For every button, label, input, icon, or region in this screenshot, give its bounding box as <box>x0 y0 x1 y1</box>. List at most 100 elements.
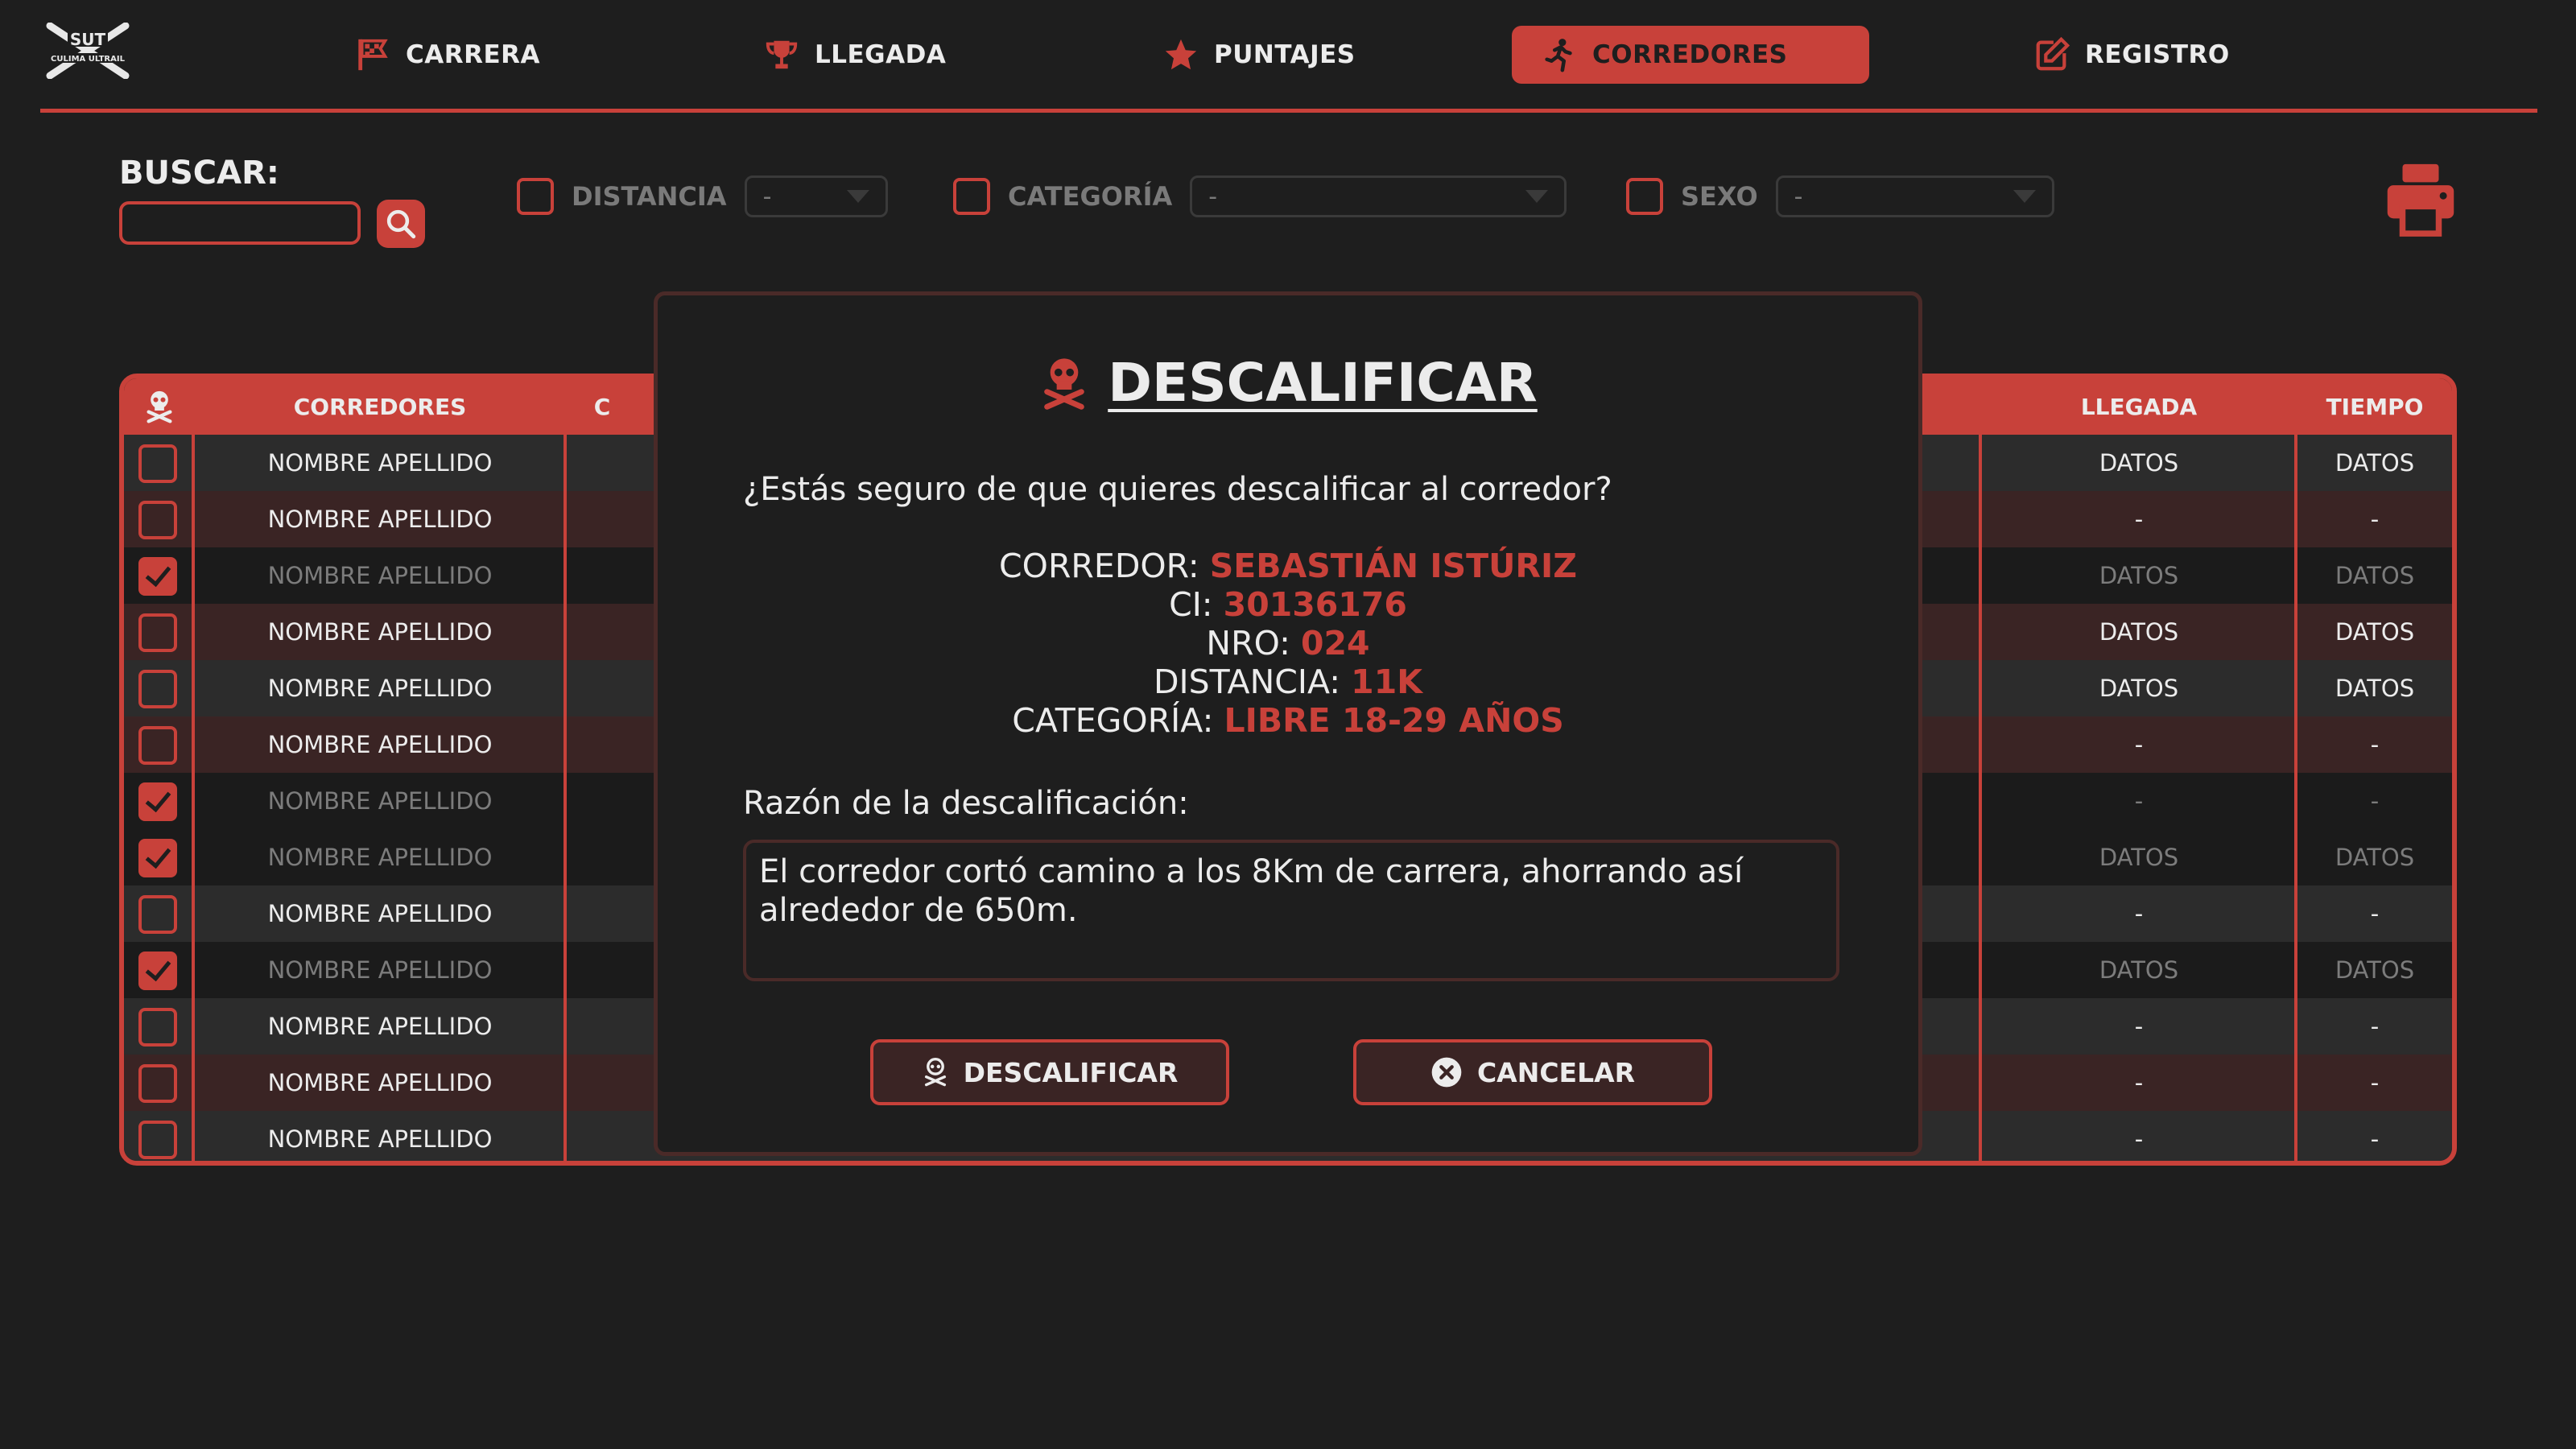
time-cell: - <box>2370 731 2380 758</box>
ci-value: 30136176 <box>1223 585 1407 624</box>
runner-value: SEBASTIÁN ISTÚRIZ <box>1209 547 1577 585</box>
runner-icon <box>1541 36 1578 73</box>
skull-icon <box>924 1058 946 1087</box>
arrival-cell: - <box>2134 787 2144 815</box>
filter-distance: DISTANCIA - <box>517 172 888 221</box>
ci-line: CI: 30136176 <box>658 585 1918 624</box>
svg-text:CULIMA ULTRAIL: CULIMA ULTRAIL <box>51 55 126 64</box>
modal-title: DESCALIFICAR <box>658 352 1918 414</box>
skull-icon <box>1044 357 1085 410</box>
runner-line: CORREDOR: SEBASTIÁN ISTÚRIZ <box>658 547 1918 585</box>
nav-item-corredores[interactable]: CORREDORES <box>1512 26 1869 84</box>
nav-item-llegada[interactable]: LLEGADA <box>734 26 975 84</box>
category-select[interactable]: - <box>1190 175 1567 217</box>
edit-icon <box>2033 36 2070 73</box>
time-cell: - <box>2370 900 2380 927</box>
runner-name-cell: NOMBRE APELLIDO <box>267 787 493 815</box>
time-cell: - <box>2370 506 2380 533</box>
category-checkbox[interactable] <box>953 178 990 215</box>
header-runners: CORREDORES <box>293 393 467 420</box>
distance-label: DISTANCIA: <box>1153 663 1341 701</box>
arrival-cell: - <box>2134 1069 2144 1096</box>
runner-name-cell: NOMBRE APELLIDO <box>267 1013 493 1040</box>
row-checkbox[interactable] <box>138 613 177 652</box>
printer-icon[interactable] <box>2384 161 2457 237</box>
nav-item-puntajes[interactable]: PUNTAJES <box>1133 26 1385 84</box>
row-checkbox[interactable] <box>138 952 177 990</box>
nav-divider <box>40 109 2537 113</box>
arrival-cell: - <box>2134 731 2144 758</box>
row-checkbox[interactable] <box>138 726 177 765</box>
distance-select[interactable]: - <box>744 175 888 217</box>
sex-checkbox[interactable] <box>1626 178 1663 215</box>
filter-category: CATEGORÍA - <box>953 172 1567 221</box>
runner-name-cell: NOMBRE APELLIDO <box>267 506 493 533</box>
row-checkbox[interactable] <box>138 1008 177 1046</box>
modal-question: ¿Estás seguro de que quieres descalifica… <box>743 471 1612 508</box>
arrival-cell: - <box>2134 506 2144 533</box>
disqualify-button-label: DESCALIFICAR <box>963 1056 1179 1088</box>
distance-line: DISTANCIA: 11K <box>658 663 1918 701</box>
arrival-cell: DATOS <box>2099 618 2179 646</box>
chevron-down-icon <box>846 190 869 203</box>
row-checkbox[interactable] <box>138 839 177 877</box>
runner-name-cell: NOMBRE APELLIDO <box>267 562 493 589</box>
logo[interactable]: SUT CULIMA ULTRAIL <box>43 23 132 79</box>
top-nav: SUT CULIMA ULTRAIL CARRERA LLEGADA PUNTA… <box>0 0 2576 113</box>
category-select-value: - <box>1208 182 1218 211</box>
column-divider <box>2294 435 2297 1161</box>
time-cell: DATOS <box>2334 956 2415 984</box>
nav-item-registro[interactable]: REGISTRO <box>2004 26 2259 84</box>
cancel-button[interactable]: CANCELAR <box>1353 1039 1712 1105</box>
runner-name-cell: NOMBRE APELLIDO <box>267 731 493 758</box>
nav-item-carrera[interactable]: CARRERA <box>325 26 569 84</box>
time-cell: - <box>2370 787 2380 815</box>
nav-label: LLEGADA <box>815 40 947 69</box>
nro-value: 024 <box>1300 624 1370 663</box>
reason-label: Razón de la descalificación: <box>743 785 1189 822</box>
header-col2: C <box>593 393 611 420</box>
column-divider <box>1979 435 1982 1161</box>
runner-name-cell: NOMBRE APELLIDO <box>267 844 493 871</box>
column-divider <box>192 435 195 1161</box>
arrival-cell: - <box>2134 900 2144 927</box>
arrival-cell: DATOS <box>2099 675 2179 702</box>
row-checkbox[interactable] <box>138 670 177 708</box>
row-checkbox[interactable] <box>138 1064 177 1103</box>
column-divider <box>564 435 567 1161</box>
time-cell: DATOS <box>2334 675 2415 702</box>
row-checkbox[interactable] <box>138 782 177 821</box>
star-icon <box>1162 36 1199 73</box>
nav-label: PUNTAJES <box>1214 40 1356 69</box>
category-label: CATEGORÍA <box>1008 181 1173 212</box>
nav-label: CORREDORES <box>1592 40 1788 69</box>
row-checkbox[interactable] <box>138 895 177 934</box>
search-button[interactable] <box>377 200 425 248</box>
time-cell: - <box>2370 1013 2380 1040</box>
search-input[interactable] <box>119 201 361 245</box>
close-icon <box>1431 1057 1462 1088</box>
cancel-button-label: CANCELAR <box>1476 1056 1636 1088</box>
nro-label: NRO: <box>1206 624 1290 663</box>
distance-value: 11K <box>1351 663 1422 701</box>
disqualify-button[interactable]: DESCALIFICAR <box>870 1039 1229 1105</box>
nav-label: CARRERA <box>406 40 541 69</box>
category-label: CATEGORÍA: <box>1012 701 1214 740</box>
row-checkbox[interactable] <box>138 444 177 483</box>
runner-name-cell: NOMBRE APELLIDO <box>267 1069 493 1096</box>
distance-checkbox[interactable] <box>517 178 554 215</box>
row-checkbox[interactable] <box>138 501 177 539</box>
flag-icon <box>354 36 391 73</box>
row-checkbox[interactable] <box>138 1121 177 1159</box>
row-checkbox[interactable] <box>138 557 177 596</box>
time-cell: DATOS <box>2334 449 2415 477</box>
runner-name-cell: NOMBRE APELLIDO <box>267 618 493 646</box>
time-cell: - <box>2370 1069 2380 1096</box>
skull-icon <box>124 378 195 435</box>
sex-select[interactable]: - <box>1775 175 2054 217</box>
runner-name-cell: NOMBRE APELLIDO <box>267 900 493 927</box>
ci-label: CI: <box>1169 585 1213 624</box>
reason-textarea[interactable]: El corredor cortó camino a los 8Km de ca… <box>743 840 1839 981</box>
category-value: LIBRE 18-29 AÑOS <box>1224 701 1564 740</box>
nav-label: REGISTRO <box>2085 40 2230 69</box>
